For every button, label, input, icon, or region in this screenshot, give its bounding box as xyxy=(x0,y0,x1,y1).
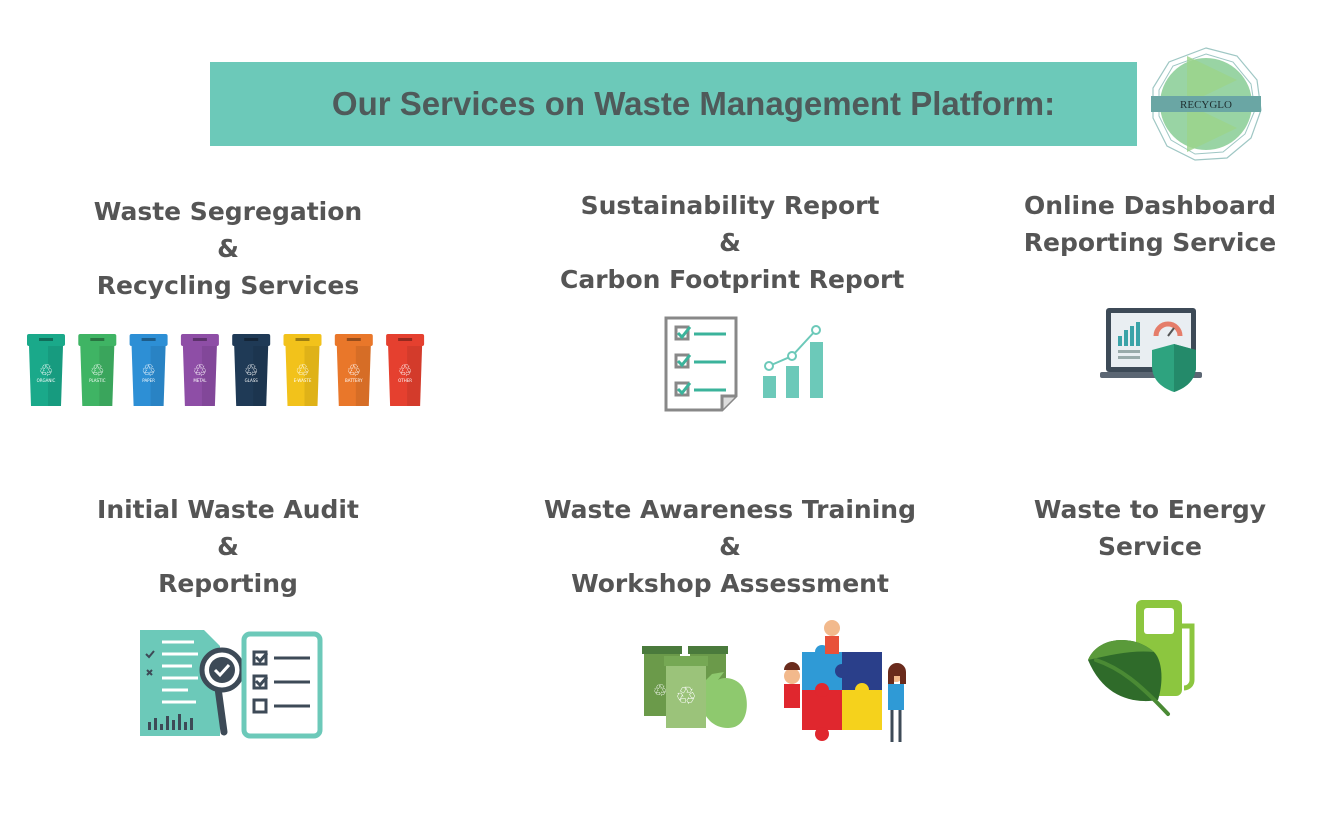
recyglo-logo: RECYGLO xyxy=(1151,47,1262,161)
header-banner: Our Services on Waste Management Platfor… xyxy=(210,62,1137,146)
recycling-bin-battery: ♲BATTERY xyxy=(334,334,373,406)
service-title-audit: Initial Waste Audit & Reporting xyxy=(97,495,359,598)
bin-label: ORGANIC xyxy=(37,378,56,383)
recycling-bin-e-waste: ♲E-WASTE xyxy=(283,334,322,406)
recycling-bin-metal: ♲METAL xyxy=(180,334,219,406)
growth-chart-icon xyxy=(763,325,823,398)
recycling-bin-other: ♲OTHER xyxy=(386,334,425,406)
bin-label: METAL xyxy=(193,378,207,383)
service-title-sustainability: Sustainability Report & Carbon Footprint… xyxy=(560,191,905,294)
bin-label: E-WASTE xyxy=(294,378,312,383)
page-title: Our Services on Waste Management Platfor… xyxy=(331,85,1056,122)
service-title-training: Waste Awareness Training & Workshop Asse… xyxy=(544,495,916,598)
svg-text:♲: ♲ xyxy=(675,682,697,710)
bin-label: OTHER xyxy=(398,378,412,383)
recycling-bins-illustration: ♲ORGANIC ♲PLASTIC ♲PAPER ♲METAL ♲GLASS ♲E-WAS… xyxy=(27,334,425,406)
service-title-dashboard: Online Dashboard Reporting Service xyxy=(1023,191,1277,257)
bin-label: BATTERY xyxy=(345,378,363,383)
energy-pump-leaf-icon xyxy=(1088,600,1195,716)
logo-text: RECYGLO xyxy=(1180,99,1232,111)
puzzle-team-icon xyxy=(784,620,906,742)
service-title-energy: Waste to Energy Service xyxy=(1033,495,1267,561)
recycling-bin-organic: ♲ORGANIC xyxy=(27,334,65,406)
recycling-bin-glass: ♲GLASS xyxy=(232,334,271,406)
recycling-bin-plastic: ♲PLASTIC xyxy=(78,334,117,406)
service-title-segregation: Waste Segregation & Recycling Services xyxy=(93,197,363,300)
bin-label: PAPER xyxy=(142,378,155,383)
svg-text:♲: ♲ xyxy=(653,681,667,700)
recycling-bin-paper: ♲PAPER xyxy=(129,334,168,406)
bin-label: GLASS xyxy=(245,378,259,383)
audit-document-icon xyxy=(140,630,323,739)
report-checklist-icon xyxy=(664,316,738,412)
green-bins-bag-icon: ♲ ♲ xyxy=(642,646,747,728)
dashboard-laptop-icon xyxy=(1100,308,1202,392)
bin-label: PLASTIC xyxy=(89,378,106,383)
